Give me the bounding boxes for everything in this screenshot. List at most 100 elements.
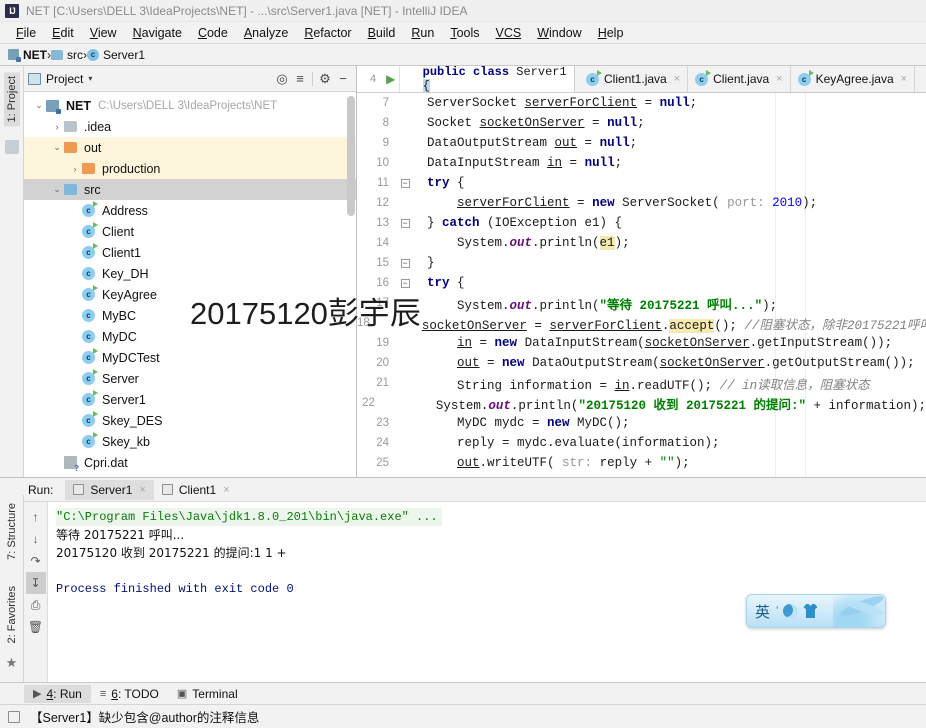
code-line[interactable]: 10 DataInputStream in = null; xyxy=(357,153,926,173)
tree-node-mydctest[interactable]: c MyDCTest xyxy=(24,347,356,368)
toolwindow-button-todo[interactable]: ≡ 6: TODO xyxy=(91,685,168,703)
code-fold-toggle-icon[interactable]: − xyxy=(397,278,413,288)
toolwindow-button-run[interactable]: ▶ 4: Run xyxy=(24,684,91,703)
collapse-all-icon[interactable]: ≡ xyxy=(291,70,309,88)
tree-expand-arrow-icon[interactable]: ⌄ xyxy=(50,184,64,195)
close-icon[interactable]: × xyxy=(223,484,229,496)
code-line[interactable]: 20 out = new DataOutputStream(socketOnSe… xyxy=(357,353,926,373)
tree-node-src[interactable]: ⌄ src xyxy=(24,179,356,200)
settings-gear-icon[interactable]: ⚙ xyxy=(316,70,334,88)
menu-item-run[interactable]: Run xyxy=(403,24,442,42)
tree-expand-arrow-icon[interactable]: ⌄ xyxy=(50,142,64,153)
code-line[interactable]: 11− try { xyxy=(357,173,926,193)
hide-panel-icon[interactable]: − xyxy=(334,70,352,88)
tree-node-client[interactable]: c Client xyxy=(24,221,356,242)
tree-node-keyagree[interactable]: c KeyAgree xyxy=(24,284,356,305)
tree-expand-arrow-icon[interactable]: ⌄ xyxy=(32,100,46,111)
menu-item-window[interactable]: Window xyxy=(529,24,589,42)
ime-punctuation-icon[interactable]: ’ xyxy=(776,605,778,617)
code-line[interactable]: 25 out.writeUTF( str: reply + ""); xyxy=(357,453,926,473)
tree-node-server1[interactable]: c Server1 xyxy=(24,389,356,410)
close-icon[interactable]: × xyxy=(674,73,680,85)
soft-wrap-icon[interactable]: ↷ xyxy=(26,550,46,572)
tree-node-mydc[interactable]: c MyDC xyxy=(24,326,356,347)
menu-item-refactor[interactable]: Refactor xyxy=(296,24,359,42)
breadcrumb-item-src[interactable]: src xyxy=(51,48,83,62)
menu-item-code[interactable]: Code xyxy=(190,24,236,42)
scroll-down-icon[interactable]: ↓ xyxy=(26,528,46,550)
menu-item-view[interactable]: View xyxy=(82,24,125,42)
tree-node-mybc[interactable]: c MyBC xyxy=(24,305,356,326)
tree-expand-arrow-icon[interactable]: › xyxy=(68,164,82,174)
sidebar-item-favorites[interactable]: 2: Favorites xyxy=(4,582,20,647)
code-line[interactable]: 19 in = new DataInputStream(socketOnServ… xyxy=(357,333,926,353)
code-line[interactable]: 22 System.out.println("20175120 收到 20175… xyxy=(357,393,926,413)
code-line[interactable]: 17 System.out.println("等待 20175221 呼叫...… xyxy=(357,293,926,313)
close-icon[interactable]: × xyxy=(776,73,782,85)
code-line[interactable]: 12 serverForClient = new ServerSocket( p… xyxy=(357,193,926,213)
chevron-down-icon[interactable]: ▾ xyxy=(88,74,92,83)
tree-node-out[interactable]: ⌄ out xyxy=(24,137,356,158)
run-tab-client1[interactable]: Client1 × xyxy=(154,480,238,500)
tree-node-production[interactable]: › production xyxy=(24,158,356,179)
run-gutter-icon[interactable]: ▶ xyxy=(382,72,399,86)
editor-tab-keyagree-java[interactable]: c KeyAgree.java × xyxy=(790,66,916,92)
tree-node-net[interactable]: ⌄ NET C:\Users\DELL 3\IdeaProjects\NET xyxy=(24,95,356,116)
toolwindow-button-terminal[interactable]: ▣ Terminal xyxy=(168,685,247,703)
code-token: in xyxy=(547,156,563,170)
breadcrumb-item-project[interactable]: NET xyxy=(8,48,47,62)
menu-item-help[interactable]: Help xyxy=(590,24,632,42)
tree-expand-arrow-icon[interactable]: › xyxy=(50,122,64,132)
code-line[interactable]: 15−} xyxy=(357,253,926,273)
code-line[interactable]: 24 reply = mydc.evaluate(information); xyxy=(357,433,926,453)
menu-item-vcs[interactable]: VCS xyxy=(488,24,530,42)
menu-item-navigate[interactable]: Navigate xyxy=(125,24,190,42)
sidebar-item-structure[interactable]: 7: Structure xyxy=(4,499,20,564)
code-line[interactable]: 18 socketOnServer = serverForClient.acce… xyxy=(357,313,926,333)
close-icon[interactable]: × xyxy=(901,73,907,85)
code-line[interactable]: 23 MyDC mydc = new MyDC(); xyxy=(357,413,926,433)
tree-node-server[interactable]: c Server xyxy=(24,368,356,389)
code-line[interactable]: 7 ServerSocket serverForClient = null; xyxy=(357,93,926,113)
trash-icon[interactable]: 🗑 xyxy=(26,616,46,638)
tree-node--idea[interactable]: › .idea xyxy=(24,116,356,137)
editor-tab-client-java[interactable]: c Client.java × xyxy=(688,66,791,92)
run-tab-server1[interactable]: Server1 × xyxy=(65,479,154,500)
ime-floating-toolbar[interactable]: 英 ’ xyxy=(746,594,886,628)
project-panel-title-group[interactable]: Project ▾ xyxy=(28,72,273,86)
code-line[interactable]: 16− try { xyxy=(357,273,926,293)
scroll-up-icon[interactable]: ↑ xyxy=(26,506,46,528)
breadcrumb-item-class[interactable]: c Server1 xyxy=(87,48,145,62)
tree-node-client1[interactable]: c Client1 xyxy=(24,242,356,263)
locate-icon[interactable]: ◎ xyxy=(273,70,291,88)
tree-node-key-dh[interactable]: c Key_DH xyxy=(24,263,356,284)
console-output[interactable]: "C:\Program Files\Java\jdk1.8.0_201\bin\… xyxy=(48,502,926,682)
code-line[interactable]: 14 System.out.println(e1); xyxy=(357,233,926,253)
sidebar-item-project[interactable]: 1: Project xyxy=(3,72,20,127)
code-line[interactable]: 9 DataOutputStream out = null; xyxy=(357,133,926,153)
code-line[interactable]: 8 Socket socketOnServer = null; xyxy=(357,113,926,133)
code-line[interactable]: 13−} catch (IOException e1) { xyxy=(357,213,926,233)
menu-item-tools[interactable]: Tools xyxy=(442,24,487,42)
code-fold-toggle-icon[interactable]: − xyxy=(397,178,413,188)
ime-mode-label[interactable]: 英 xyxy=(755,601,770,622)
tree-node-address[interactable]: c Address xyxy=(24,200,356,221)
moon-icon[interactable] xyxy=(783,604,798,618)
code-line[interactable]: 21 String information = in.readUTF(); //… xyxy=(357,373,926,393)
print-icon[interactable]: ⎙ xyxy=(26,594,46,616)
tree-node-cpri-dat[interactable]: Cpri.dat xyxy=(24,452,356,473)
close-icon[interactable]: × xyxy=(139,484,145,496)
project-vertical-scrollbar[interactable] xyxy=(347,96,355,216)
menu-item-file[interactable]: File xyxy=(8,24,44,42)
menu-item-edit[interactable]: Edit xyxy=(44,24,82,42)
menu-item-build[interactable]: Build xyxy=(360,24,404,42)
shirt-icon[interactable] xyxy=(803,604,818,618)
tree-node-skey-des[interactable]: c Skey_DES xyxy=(24,410,356,431)
code-fold-toggle-icon[interactable]: − xyxy=(397,258,413,268)
editor-tab-client1-java[interactable]: c Client1.java × xyxy=(579,66,689,92)
menu-item-analyze[interactable]: Analyze xyxy=(236,24,296,42)
tree-node-skey-kb[interactable]: c Skey_kb xyxy=(24,431,356,452)
code-fold-toggle-icon[interactable]: − xyxy=(397,218,413,228)
scroll-to-end-icon[interactable]: ↧ xyxy=(25,572,46,594)
